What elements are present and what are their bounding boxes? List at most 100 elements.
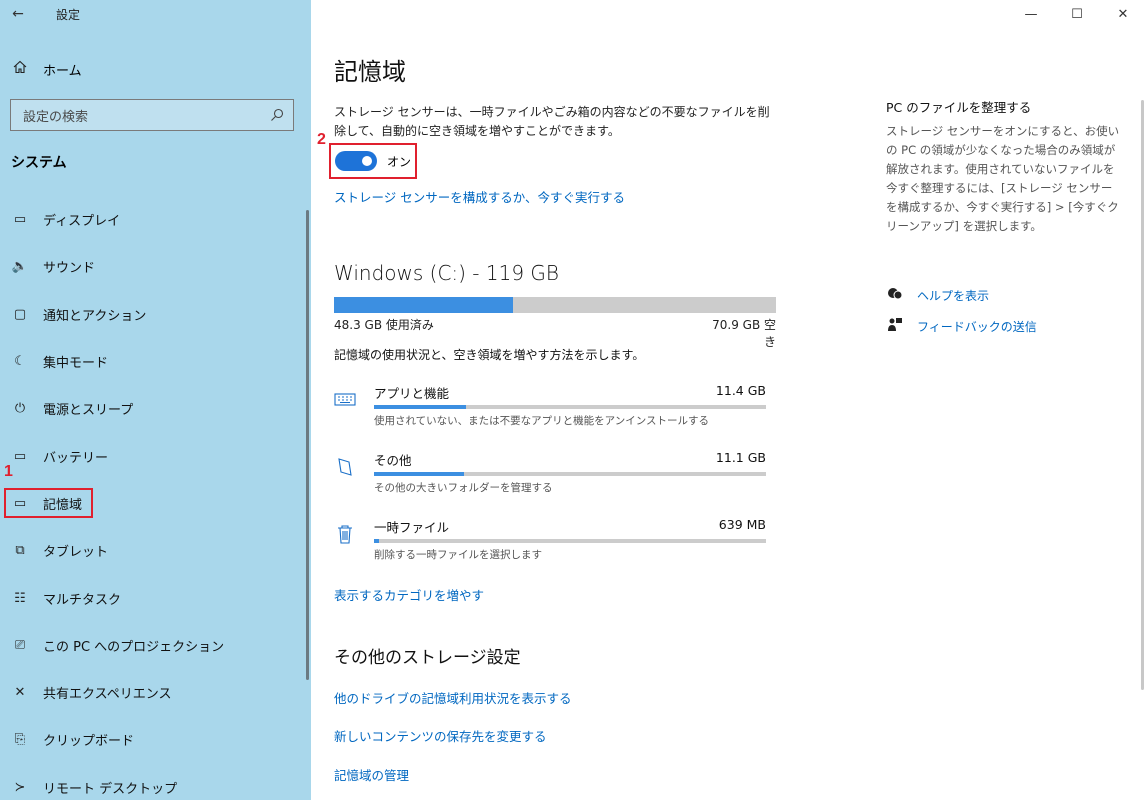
category-subtitle: 使用されていない、または不要なアプリと機能をアンインストールする	[374, 415, 710, 427]
tablet-icon: ⧉	[15, 543, 25, 559]
search-icon	[269, 107, 285, 123]
sidebar-item-label: タブレット	[43, 545, 109, 561]
help-link[interactable]: ヘルプを表示	[886, 287, 989, 304]
annotation-step-1: 1	[4, 463, 13, 480]
manage-storage-link[interactable]: 記憶域の管理	[334, 765, 409, 784]
annotation-step-2: 2	[317, 131, 326, 148]
view-other-drives-link[interactable]: 他のドライブの記憶域利用状況を表示する	[334, 688, 572, 707]
battery-icon: ▭	[13, 448, 27, 464]
sidebar-item-label: 集中モード	[43, 356, 109, 372]
usage-description: 記憶域の使用状況と、空き領域を増やす方法を示します。	[334, 348, 645, 362]
sidebar-item[interactable]: ▭ 記憶域	[0, 480, 311, 527]
sidebar-scrollbar[interactable]	[306, 210, 309, 680]
help-chat-icon	[886, 287, 904, 304]
sound-icon: 🔈	[11, 259, 29, 275]
sidebar-item[interactable]: ☷ マルチタスク	[0, 574, 311, 621]
storage-sense-description: ストレージ センサーは、一時ファイルやごみ箱の内容などの不要なファイルを削除して…	[334, 105, 770, 138]
category-size: 639 MB	[718, 517, 766, 532]
page-title: 記憶域	[334, 58, 406, 86]
projection-icon: ⎚	[14, 637, 26, 653]
sidebar-item-label: ホーム	[43, 63, 82, 79]
main-content: — ☐ ✕ 記憶域 ストレージ センサーは、一時ファイルやごみ箱の内容などの不要…	[311, 0, 1146, 800]
tips-text: ストレージ センサーをオンにすると、お使いの PC の領域が少なくなった場合のみ…	[886, 124, 1120, 233]
free-space-label: 70.9 GB 空き	[712, 318, 776, 349]
display-icon: ▭	[13, 212, 27, 228]
storage-sense-toggle[interactable]	[335, 151, 377, 171]
help-link-label: ヘルプを表示	[917, 289, 990, 303]
category-bar-fill	[374, 405, 467, 409]
trash-icon	[334, 523, 356, 545]
configure-storage-sense-link[interactable]: ストレージ センサーを構成するか、今すぐ実行する	[334, 187, 625, 206]
category-name: その他	[374, 453, 412, 468]
category-temp-files[interactable]: 一時ファイル 639 MB 削除する一時ファイルを選択します	[334, 517, 766, 573]
sidebar-item-label: この PC へのプロジェクション	[43, 639, 225, 655]
category-subtitle: 削除する一時ファイルを選択します	[374, 549, 542, 561]
title-bar: ← 設定	[0, 0, 311, 28]
minimize-button[interactable]: —	[1008, 0, 1054, 28]
sidebar-item-label: 電源とスリープ	[43, 403, 134, 419]
used-space-label: 48.3 GB 使用済み	[334, 318, 434, 332]
moon-icon: ☾	[14, 354, 26, 370]
category-bar	[374, 539, 766, 543]
sidebar-item-label: 共有エクスペリエンス	[43, 687, 172, 703]
maximize-icon: ☐	[1071, 6, 1083, 22]
clipboard-icon: ⎘	[14, 732, 26, 748]
sidebar-item[interactable]: ▢ 通知とアクション	[0, 291, 311, 338]
selected-item-highlight	[4, 487, 93, 518]
sidebar-item[interactable]: ✕ 共有エクスペリエンス	[0, 669, 311, 716]
sidebar-item[interactable]: ≻ リモート デスクトップ	[0, 764, 311, 800]
feedback-icon	[886, 317, 904, 336]
share-icon: ✕	[14, 685, 26, 701]
minimize-icon: —	[1024, 6, 1038, 22]
sidebar-item-label: ディスプレイ	[43, 214, 121, 230]
sidebar-item[interactable]: ▭ バッテリー	[0, 432, 311, 479]
sidebar-item-label: マルチタスク	[43, 592, 122, 608]
multitask-icon: ☷	[14, 590, 26, 606]
power-icon: ⏻	[14, 401, 26, 417]
back-button[interactable]: ←	[0, 0, 36, 28]
category-apps[interactable]: アプリと機能 11.4 GB 使用されていない、または不要なアプリと機能をアンイ…	[334, 383, 766, 439]
close-button[interactable]: ✕	[1100, 0, 1146, 28]
sidebar-item[interactable]: ⧉ タブレット	[0, 527, 311, 574]
sidebar-item-label: クリップボード	[43, 734, 135, 750]
sidebar-item-home[interactable]: ホーム	[0, 52, 311, 86]
category-size: 11.1 GB	[715, 450, 766, 465]
window-controls: — ☐ ✕	[1008, 0, 1146, 28]
category-size: 11.4 GB	[715, 383, 766, 398]
toggle-state-label: オン	[387, 154, 412, 169]
category-other[interactable]: その他 11.1 GB その他の大きいフォルダーを管理する	[334, 450, 766, 506]
sidebar-item-label: 通知とアクション	[43, 308, 147, 324]
search-placeholder: 設定の検索	[23, 109, 89, 125]
notification-icon: ▢	[13, 306, 27, 322]
sidebar-item[interactable]: ▭ ディスプレイ	[0, 196, 311, 243]
sidebar-item[interactable]: ⎚ この PC へのプロジェクション	[0, 622, 311, 669]
more-storage-settings-title: その他のストレージ設定	[334, 648, 521, 668]
category-name: アプリと機能	[374, 386, 450, 401]
sidebar-item[interactable]: ⏻ 電源とスリープ	[0, 385, 311, 432]
maximize-button[interactable]: ☐	[1054, 0, 1100, 28]
category-bar-fill	[374, 472, 465, 476]
category-bar	[374, 405, 766, 409]
category-bar	[374, 472, 766, 476]
main-scrollbar[interactable]	[1141, 100, 1144, 690]
category-bar-fill	[374, 539, 380, 543]
sidebar: ← 設定 ホーム 設定の検索 システム ▭ ディスプレイ 🔈 サウンド ▢ 通知とアクショ…	[0, 0, 311, 800]
sidebar-item-label: リモート デスクトップ	[43, 781, 178, 797]
search-input[interactable]: 設定の検索	[10, 99, 294, 131]
sidebar-item-label: サウンド	[43, 261, 96, 277]
category-subtitle: その他の大きいフォルダーを管理する	[374, 482, 553, 494]
show-more-categories-link[interactable]: 表示するカテゴリを増やす	[334, 585, 484, 604]
change-save-location-link[interactable]: 新しいコンテンツの保存先を変更する	[334, 726, 547, 745]
close-icon: ✕	[1117, 6, 1129, 22]
drive-usage-fill	[334, 297, 513, 313]
nav-list: ▭ ディスプレイ 🔈 サウンド ▢ 通知とアクション ☾ 集中モード ⏻ 電源とスリープ ▭ バッテリ…	[0, 196, 311, 800]
drive-title: Windows (C:) - 119 GB	[334, 261, 559, 285]
feedback-link[interactable]: フィードバックの送信	[886, 317, 1037, 336]
app-title: 設定	[56, 7, 81, 22]
sidebar-item[interactable]: 🔈 サウンド	[0, 243, 311, 290]
feedback-link-label: フィードバックの送信	[917, 320, 1037, 334]
sidebar-item-label: バッテリー	[43, 450, 109, 466]
toggle-knob	[362, 156, 372, 166]
sidebar-item[interactable]: ☾ 集中モード	[0, 338, 311, 385]
sidebar-item[interactable]: ⎘ クリップボード	[0, 716, 311, 763]
